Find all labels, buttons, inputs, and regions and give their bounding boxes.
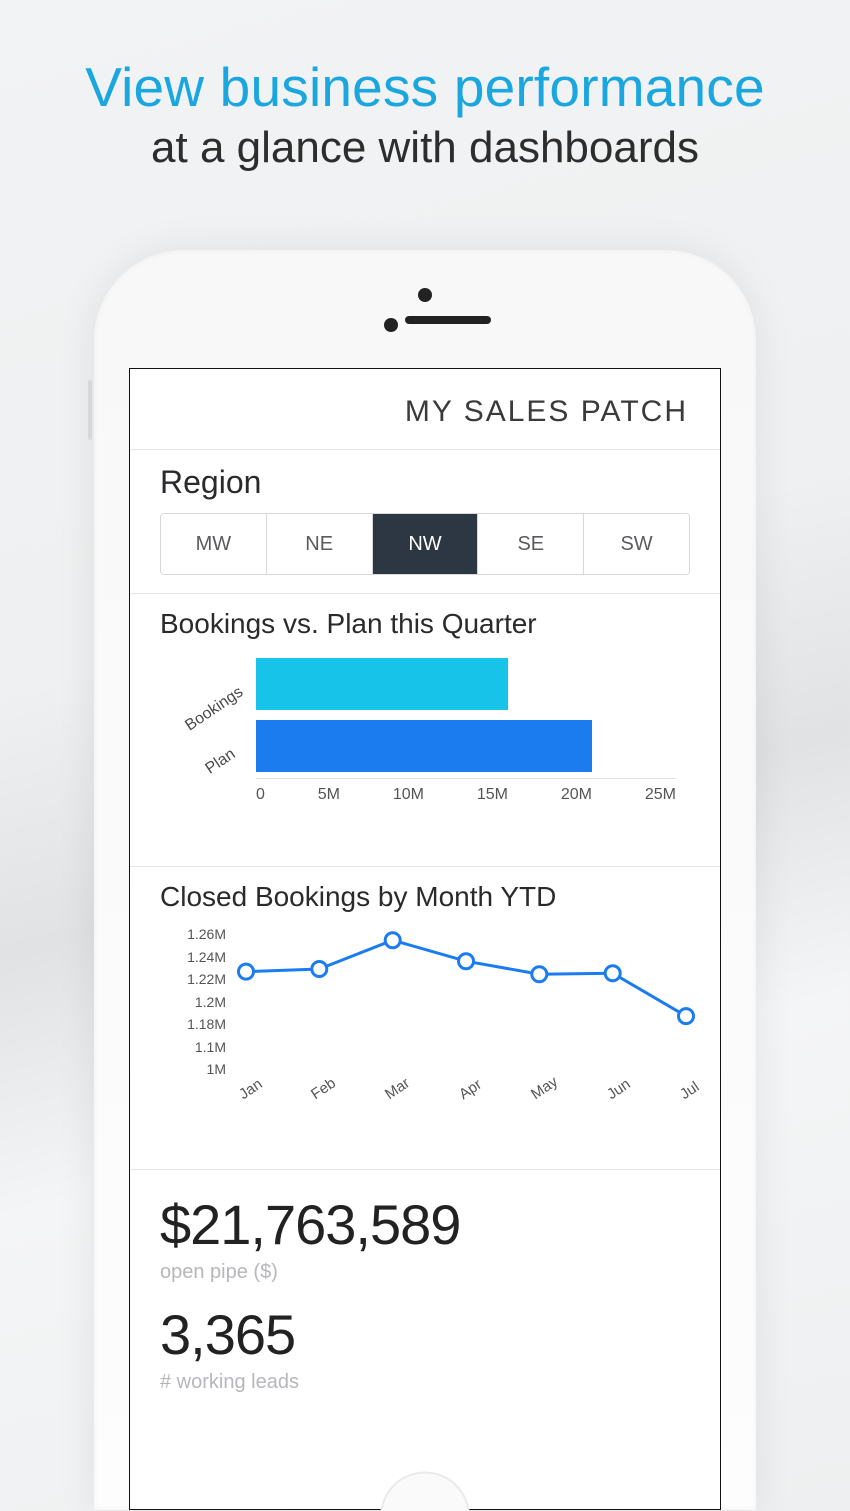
closed-chart-title: Closed Bookings by Month YTD xyxy=(160,881,690,913)
line-x-ticks: JanFebMarAprMayJunJul xyxy=(236,1089,696,1106)
app-screen: MY SALES PATCH Region MWNENWSESW Booking… xyxy=(129,368,721,1510)
bar-tick: 20M xyxy=(561,786,592,804)
closed-bookings-section: Closed Bookings by Month YTD 1.26M1.24M1… xyxy=(130,866,720,1169)
region-label: Region xyxy=(160,464,690,501)
region-section: Region MWNENWSESW xyxy=(130,449,720,593)
bar-x-ticks: 0 5M 10M 15M 20M 25M xyxy=(256,786,676,804)
line-point xyxy=(679,1009,694,1024)
line-y-tick: 1.26M xyxy=(160,923,226,946)
region-segmented-control[interactable]: MWNENWSESW xyxy=(160,513,690,575)
line-point xyxy=(385,933,400,948)
line-y-tick: 1.2M xyxy=(160,991,226,1014)
bookings-bar-chart: Bookings Plan 0 5M 10M 15M 20M 25M xyxy=(160,648,690,848)
phone-camera-icon xyxy=(418,288,432,302)
line-point xyxy=(459,954,474,969)
line-svg xyxy=(236,923,696,1083)
bar-label-plan: Plan xyxy=(202,746,239,779)
line-point xyxy=(312,962,327,977)
bookings-chart-title: Bookings vs. Plan this Quarter xyxy=(160,608,690,640)
bar-tick: 0 xyxy=(256,786,265,804)
bar-tick: 10M xyxy=(393,786,424,804)
line-point xyxy=(239,964,254,979)
line-y-tick: 1.24M xyxy=(160,946,226,969)
region-option-sw[interactable]: SW xyxy=(583,514,689,574)
app-title: MY SALES PATCH xyxy=(130,369,720,449)
promo-title: View business performance xyxy=(0,55,850,119)
phone-speaker-icon xyxy=(405,316,491,324)
line-point xyxy=(605,966,620,981)
line-y-ticks: 1.26M1.24M1.22M1.2M1.18M1.1M1M xyxy=(160,923,226,1081)
bar-tick: 5M xyxy=(318,786,340,804)
bar-label-bookings: Bookings xyxy=(182,684,247,736)
line-y-tick: 1M xyxy=(160,1058,226,1081)
region-option-ne[interactable]: NE xyxy=(266,514,372,574)
kpi-open-pipe-value: $21,763,589 xyxy=(160,1192,690,1257)
promo-subtitle: at a glance with dashboards xyxy=(0,123,850,173)
line-y-tick: 1.1M xyxy=(160,1036,226,1059)
phone-sensor-icon xyxy=(384,318,398,332)
phone-frame: MY SALES PATCH Region MWNENWSESW Booking… xyxy=(94,250,756,1510)
closed-line-chart: 1.26M1.24M1.22M1.2M1.18M1.1M1M JanFebMar… xyxy=(160,921,690,1151)
bar-tick: 15M xyxy=(477,786,508,804)
line-point xyxy=(532,967,547,982)
kpi-open-pipe-label: open pipe ($) xyxy=(160,1261,690,1284)
region-option-se[interactable]: SE xyxy=(477,514,583,574)
region-option-mw[interactable]: MW xyxy=(161,514,266,574)
bar-tick: 25M xyxy=(645,786,676,804)
bar-axis xyxy=(256,778,676,779)
kpi-section: $21,763,589 open pipe ($) 3,365 # workin… xyxy=(130,1169,720,1418)
kpi-working-leads-label: # working leads xyxy=(160,1371,690,1394)
bar-bookings xyxy=(256,658,508,710)
region-option-nw[interactable]: NW xyxy=(372,514,478,574)
line-y-tick: 1.18M xyxy=(160,1013,226,1036)
bookings-vs-plan-section: Bookings vs. Plan this Quarter Bookings … xyxy=(130,593,720,866)
line-y-tick: 1.22M xyxy=(160,968,226,991)
bar-plan xyxy=(256,720,592,772)
kpi-working-leads-value: 3,365 xyxy=(160,1302,690,1367)
